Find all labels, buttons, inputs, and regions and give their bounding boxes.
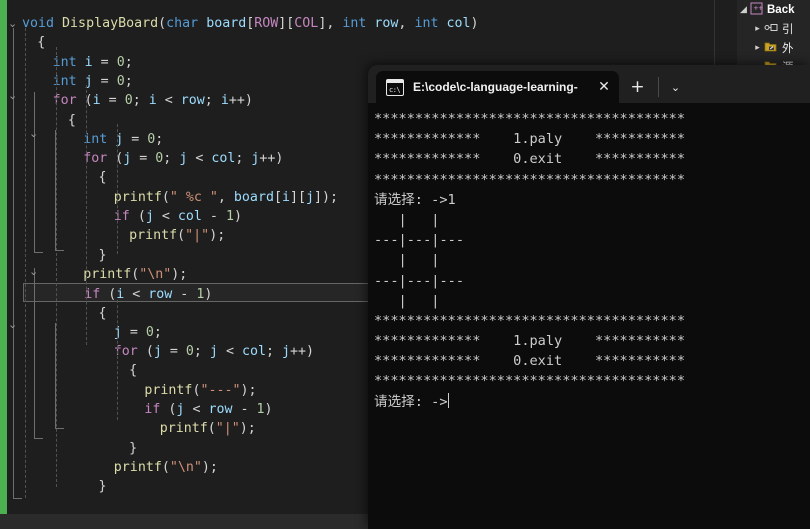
code-text: int i = 0; [52, 54, 133, 70]
terminal-line: ---|---|--- [374, 232, 465, 249]
fold-chevron-icon[interactable]: ⌄ [29, 124, 38, 143]
toolbar-divider [658, 77, 659, 97]
code-text: for (j = 0; j < col; j++) [113, 344, 315, 360]
tree-row[interactable]: ▸ 外 [737, 38, 810, 57]
terminal-line: ************* 1.paly *********** [374, 131, 685, 148]
terminal-line: | | [374, 252, 465, 269]
code-text: void DisplayBoard(char board[ROW][COL], … [22, 16, 479, 31]
terminal-output[interactable]: ************************************** **… [368, 103, 810, 529]
code-text: } [98, 479, 107, 495]
tree-row[interactable]: ▸ 引 [737, 19, 810, 38]
code-text: for (j = 0; j < col; j++) [83, 151, 284, 167]
terminal-tab[interactable]: c:\ E:\code\c-language-learning- ✕ [376, 71, 619, 103]
code-text: { [98, 170, 107, 186]
tree-label: Back [767, 3, 795, 16]
code-text: printf("\n"); [83, 266, 188, 282]
windows-terminal-window[interactable]: c:\ E:\code\c-language-learning- ✕ + ⌄ *… [368, 65, 810, 529]
chevron-down-icon[interactable]: ⌄ [662, 74, 689, 100]
code-text: { [37, 35, 46, 51]
fold-guide [55, 323, 56, 428]
code-text: for (i = 0; i < row; i++) [52, 93, 253, 109]
terminal-line: ---|---|--- [374, 272, 465, 289]
terminal-titlebar[interactable]: c:\ E:\code\c-language-learning- ✕ + ⌄ [368, 65, 810, 103]
code-text: if (j < col - 1) [113, 209, 242, 224]
indent-guide [117, 300, 118, 420]
new-tab-button[interactable]: + [624, 74, 651, 100]
fold-guide-end [34, 438, 43, 439]
console-icon-glyph: c:\ [389, 85, 401, 94]
tree-label: 外 [782, 42, 794, 55]
terminal-line: ************************************** [374, 171, 685, 188]
terminal-line: | | [374, 211, 465, 228]
code-text: printf("\n"); [113, 459, 218, 475]
fold-chevron-icon[interactable]: ⌄ [8, 315, 17, 334]
close-icon[interactable]: ✕ [589, 71, 619, 103]
terminal-line: | | [374, 292, 465, 309]
fold-guide [34, 92, 35, 252]
indent-guide [56, 47, 57, 487]
solution-icon: ++ [750, 2, 763, 18]
svg-text:++: ++ [754, 3, 764, 12]
tree-label: 引 [782, 23, 794, 36]
expand-twisty-closed-icon[interactable]: ▸ [751, 23, 764, 34]
fold-guide-end [34, 252, 43, 253]
terminal-tab-title: E:\code\c-language-learning- [413, 80, 578, 94]
indent-guide [25, 28, 26, 498]
terminal-line: ************************************** [374, 373, 685, 390]
code-text: int j = 0; [52, 73, 133, 89]
terminal-line: ************* 1.paly *********** [374, 333, 685, 350]
tree-row[interactable]: ◢ ++ Back [737, 0, 810, 19]
code-text: printf("|"); [129, 228, 226, 244]
fold-guide [55, 130, 56, 250]
fold-guide-end [13, 498, 22, 499]
code-text: printf("---"); [144, 382, 257, 398]
fold-chevron-icon[interactable]: ⌄ [8, 86, 17, 105]
code-text: { [67, 112, 76, 128]
code-line[interactable]: void DisplayBoard(char board[ROW][COL], … [0, 13, 714, 32]
code-text: } [98, 247, 107, 263]
terminal-cursor [447, 392, 450, 408]
code-text: int j = 0; [83, 131, 164, 147]
code-text: j = 0; [113, 324, 162, 340]
terminal-line: 请选择: ->1 [374, 191, 456, 208]
folder-link-icon [764, 40, 778, 56]
terminal-line: 请选择: -> [374, 392, 450, 410]
fold-chevron-icon[interactable]: ⌄ [29, 262, 38, 281]
terminal-line: ************* 0.exit *********** [374, 353, 685, 370]
terminal-line: ************************************** [374, 312, 685, 329]
code-text: if (j < row - 1) [144, 402, 273, 417]
indent-guide [86, 85, 87, 345]
fold-guide-end [55, 250, 64, 251]
code-text: { [129, 363, 138, 379]
terminal-line: ************* 0.exit *********** [374, 151, 685, 168]
code-line[interactable]: { [0, 32, 714, 51]
code-text: printf(" %c ", board[i][j]); [113, 189, 339, 205]
expand-twisty-closed-icon[interactable]: ▸ [751, 42, 764, 53]
indent-guide [117, 124, 118, 254]
screen-root: void DisplayBoard(char board[ROW][COL], … [0, 0, 810, 529]
reference-icon [764, 21, 778, 37]
expand-twisty-open-icon[interactable]: ◢ [737, 4, 750, 15]
console-icon: c:\ [386, 78, 404, 96]
fold-chevron-icon[interactable]: ⌄ [8, 14, 17, 33]
code-text: { [98, 305, 107, 321]
fold-guide [34, 268, 35, 438]
code-text: } [129, 440, 138, 456]
code-text: printf("|"); [159, 421, 256, 437]
terminal-line: ************************************** [374, 111, 685, 127]
fold-guide-end [55, 428, 64, 429]
